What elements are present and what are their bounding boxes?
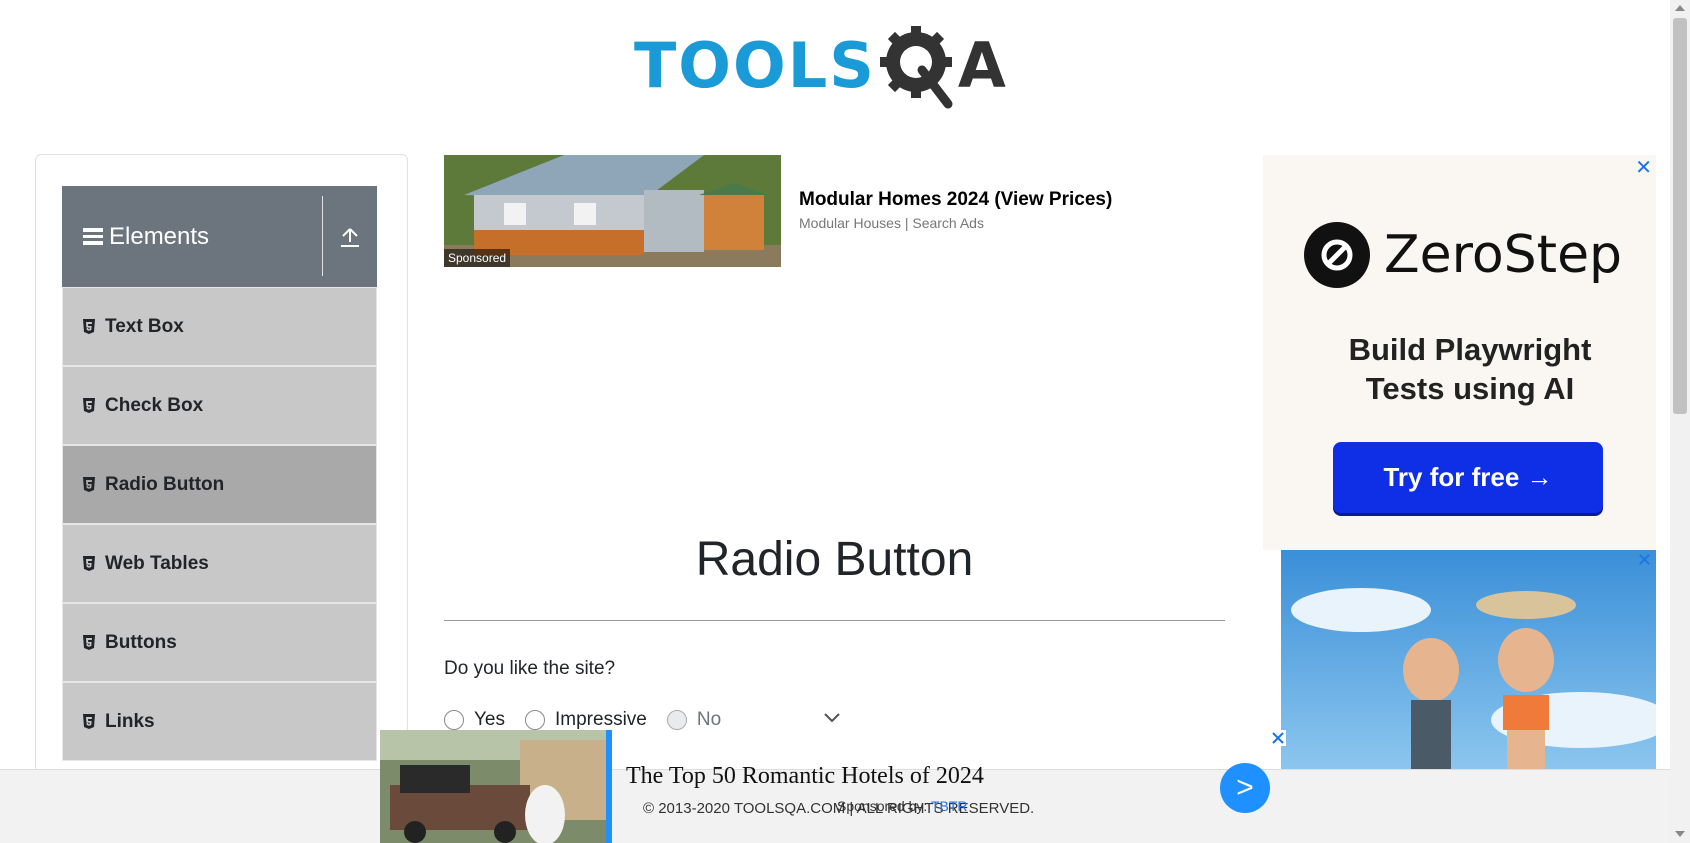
collapse-button[interactable] (323, 186, 377, 287)
sidebar-item-label: Links (105, 710, 155, 732)
radio-label[interactable]: Yes (474, 709, 505, 731)
upload-arrow-icon (341, 227, 359, 247)
sidebar-item-buttons[interactable]: Buttons (62, 603, 377, 682)
sponsor-prefix: Sponsored by: (837, 798, 928, 814)
zerostep-logo-icon (1304, 222, 1370, 288)
toolsqa-logo[interactable]: TOOLS A (634, 18, 1006, 114)
logo-text-tools: TOOLS (634, 29, 876, 102)
group-title: Elements (109, 222, 210, 250)
radio-label[interactable]: Impressive (555, 709, 647, 731)
bottom-sticky-ad[interactable]: The Top 50 Romantic Hotels of 2024 Spons… (380, 730, 1286, 843)
sidebar-item-web-tables[interactable]: Web Tables (62, 524, 377, 603)
sponsor-link[interactable]: TBTR (931, 798, 968, 814)
sidebar-item-links[interactable]: Links (62, 682, 377, 761)
html5-icon (83, 635, 95, 650)
sidebar-item-label: Web Tables (105, 552, 209, 574)
sidebar-item-radio-button[interactable]: Radio Button (62, 445, 377, 524)
chevron-down-icon[interactable] (823, 712, 841, 724)
radio-yes[interactable]: Yes (444, 709, 505, 731)
question-text: Do you like the site? (444, 658, 616, 679)
close-icon[interactable]: ✕ (1637, 550, 1652, 571)
zerostep-tagline: Build Playwright Tests using AI (1263, 330, 1677, 408)
radio-label: No (696, 709, 722, 730)
html5-icon (83, 398, 95, 413)
scroll-down-icon[interactable] (1675, 831, 1685, 837)
ad-source: Modular Houses | Search Ads (799, 215, 984, 231)
radio-circle[interactable] (525, 710, 545, 730)
left-panel: Elements Text Box Check Box Radio Button… (35, 154, 408, 774)
try-for-free-button[interactable]: Try for free → (1333, 442, 1603, 513)
ad-headline[interactable]: Modular Homes 2024 (View Prices) (799, 189, 1112, 211)
image-ad[interactable]: ✕ (1281, 550, 1656, 770)
scroll-up-icon[interactable] (1675, 5, 1685, 11)
sidebar-item-label: Buttons (105, 631, 177, 653)
next-arrow-button[interactable]: > (1220, 763, 1270, 813)
logo-qa-mark: A (878, 20, 1006, 112)
close-icon[interactable] (1270, 730, 1286, 746)
sidebar-item-label: Text Box (105, 315, 184, 337)
sidebar-item-check-box[interactable]: Check Box (62, 366, 377, 445)
ad-thumbnail-wedding[interactable] (380, 730, 612, 843)
sidebar-item-label: Check Box (105, 394, 204, 416)
zerostep-brand: ZeroStep (1304, 222, 1622, 288)
html5-icon (83, 319, 95, 334)
sponsored-label: Sponsored (444, 249, 511, 267)
hamburger-icon (83, 228, 103, 245)
bottom-ad-headline[interactable]: The Top 50 Romantic Hotels of 2024 (626, 763, 984, 790)
bottom-ad-sponsor: Sponsored by: TBTR (837, 798, 968, 814)
anime-beach-image (1281, 550, 1656, 770)
zerostep-name: ZeroStep (1384, 225, 1623, 285)
radio-no: No (666, 709, 722, 731)
logo-text-a: A (957, 29, 1006, 102)
tagline-line-2: Tests using AI (1365, 371, 1575, 406)
zerostep-ad[interactable]: ✕ ZeroStep Build Playwright Tests using … (1263, 155, 1656, 550)
tagline-line-1: Build Playwright (1348, 332, 1592, 367)
elements-group-header[interactable]: Elements (62, 186, 377, 287)
radio-circle (666, 710, 687, 730)
wedding-car-image (380, 730, 606, 843)
radio-impressive[interactable]: Impressive (525, 709, 647, 731)
page-title: Radio Button (695, 533, 974, 586)
scrollbar-thumb[interactable] (1673, 18, 1687, 414)
gear-q-icon (879, 26, 953, 109)
close-icon[interactable]: ✕ (1635, 155, 1652, 180)
vertical-scrollbar[interactable] (1670, 0, 1690, 843)
sponsored-ad[interactable]: Sponsored Modular Homes 2024 (View Price… (444, 155, 1168, 267)
html5-icon (83, 714, 95, 729)
html5-icon (83, 477, 95, 492)
page: TOOLS A Elements Text Box Check Box Radi… (0, 0, 1690, 843)
ad-thumbnail-cabin[interactable]: Sponsored (444, 155, 781, 267)
sidebar-item-text-box[interactable]: Text Box (62, 287, 377, 366)
radio-circle[interactable] (444, 710, 464, 730)
html5-icon (83, 556, 95, 571)
sidebar-item-label: Radio Button (105, 473, 225, 495)
title-divider (444, 620, 1225, 621)
